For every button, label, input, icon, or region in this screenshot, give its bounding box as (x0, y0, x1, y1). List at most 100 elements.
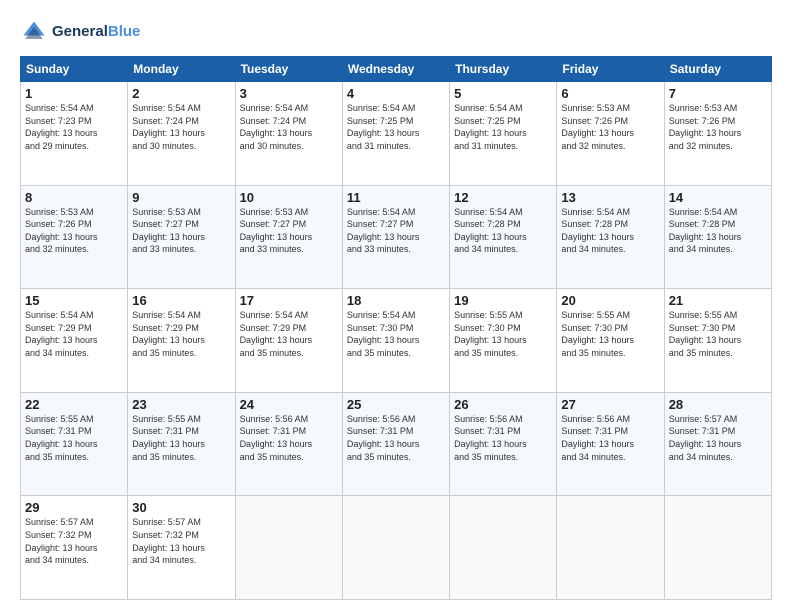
calendar-cell (557, 496, 664, 600)
week-row-5: 29Sunrise: 5:57 AM Sunset: 7:32 PM Dayli… (21, 496, 772, 600)
weekday-sunday: Sunday (21, 57, 128, 82)
day-number: 8 (25, 190, 123, 205)
day-info: Sunrise: 5:54 AM Sunset: 7:27 PM Dayligh… (347, 206, 445, 256)
day-info: Sunrise: 5:55 AM Sunset: 7:30 PM Dayligh… (454, 309, 552, 359)
calendar-cell: 29Sunrise: 5:57 AM Sunset: 7:32 PM Dayli… (21, 496, 128, 600)
day-number: 25 (347, 397, 445, 412)
calendar-cell: 20Sunrise: 5:55 AM Sunset: 7:30 PM Dayli… (557, 289, 664, 393)
day-info: Sunrise: 5:56 AM Sunset: 7:31 PM Dayligh… (561, 413, 659, 463)
day-number: 7 (669, 86, 767, 101)
day-info: Sunrise: 5:54 AM Sunset: 7:28 PM Dayligh… (454, 206, 552, 256)
calendar-cell: 8Sunrise: 5:53 AM Sunset: 7:26 PM Daylig… (21, 185, 128, 289)
day-number: 21 (669, 293, 767, 308)
calendar-cell: 27Sunrise: 5:56 AM Sunset: 7:31 PM Dayli… (557, 392, 664, 496)
calendar-cell: 9Sunrise: 5:53 AM Sunset: 7:27 PM Daylig… (128, 185, 235, 289)
day-number: 27 (561, 397, 659, 412)
calendar-cell: 15Sunrise: 5:54 AM Sunset: 7:29 PM Dayli… (21, 289, 128, 393)
weekday-saturday: Saturday (664, 57, 771, 82)
week-row-4: 22Sunrise: 5:55 AM Sunset: 7:31 PM Dayli… (21, 392, 772, 496)
calendar-cell: 1Sunrise: 5:54 AM Sunset: 7:23 PM Daylig… (21, 82, 128, 186)
day-info: Sunrise: 5:54 AM Sunset: 7:24 PM Dayligh… (132, 102, 230, 152)
day-info: Sunrise: 5:55 AM Sunset: 7:30 PM Dayligh… (669, 309, 767, 359)
calendar-cell: 5Sunrise: 5:54 AM Sunset: 7:25 PM Daylig… (450, 82, 557, 186)
calendar-cell: 17Sunrise: 5:54 AM Sunset: 7:29 PM Dayli… (235, 289, 342, 393)
day-info: Sunrise: 5:55 AM Sunset: 7:31 PM Dayligh… (25, 413, 123, 463)
calendar-cell: 23Sunrise: 5:55 AM Sunset: 7:31 PM Dayli… (128, 392, 235, 496)
calendar-cell (450, 496, 557, 600)
day-number: 26 (454, 397, 552, 412)
calendar-cell: 7Sunrise: 5:53 AM Sunset: 7:26 PM Daylig… (664, 82, 771, 186)
day-info: Sunrise: 5:56 AM Sunset: 7:31 PM Dayligh… (240, 413, 338, 463)
weekday-monday: Monday (128, 57, 235, 82)
day-info: Sunrise: 5:57 AM Sunset: 7:32 PM Dayligh… (25, 516, 123, 566)
day-info: Sunrise: 5:54 AM Sunset: 7:29 PM Dayligh… (132, 309, 230, 359)
day-info: Sunrise: 5:55 AM Sunset: 7:30 PM Dayligh… (561, 309, 659, 359)
header: GeneralBlue (20, 18, 772, 46)
day-number: 24 (240, 397, 338, 412)
day-number: 19 (454, 293, 552, 308)
day-number: 1 (25, 86, 123, 101)
day-number: 15 (25, 293, 123, 308)
week-row-3: 15 Sunrise: 5:54 AM Sunset: 7:29 PM Dayli… (21, 289, 772, 393)
day-info: Sunrise: 5:53 AM Sunset: 7:27 PM Dayligh… (132, 206, 230, 256)
logo-icon (20, 18, 48, 46)
day-info: Sunrise: 5:53 AM Sunset: 7:26 PM Dayligh… (25, 206, 123, 256)
day-number: 17 (240, 293, 338, 308)
day-info: Sunrise: 5:56 AM Sunset: 7:31 PM Dayligh… (454, 413, 552, 463)
page: GeneralBlue SundayMondayTuesdayWednesday… (0, 0, 792, 612)
calendar-cell (235, 496, 342, 600)
day-number: 18 (347, 293, 445, 308)
calendar-cell: 18Sunrise: 5:54 AM Sunset: 7:30 PM Dayli… (342, 289, 449, 393)
calendar-cell: 12Sunrise: 5:54 AM Sunset: 7:28 PM Dayli… (450, 185, 557, 289)
day-number: 10 (240, 190, 338, 205)
day-info: Sunrise: 5:54 AM Sunset: 7:28 PM Dayligh… (561, 206, 659, 256)
calendar-cell: 11Sunrise: 5:54 AM Sunset: 7:27 PM Dayli… (342, 185, 449, 289)
calendar-cell: 21Sunrise: 5:55 AM Sunset: 7:30 PM Dayli… (664, 289, 771, 393)
weekday-thursday: Thursday (450, 57, 557, 82)
day-number: 14 (669, 190, 767, 205)
calendar-cell: 28Sunrise: 5:57 AM Sunset: 7:31 PM Dayli… (664, 392, 771, 496)
logo-text: GeneralBlue (52, 24, 140, 41)
day-number: 22 (25, 397, 123, 412)
calendar-cell: 22Sunrise: 5:55 AM Sunset: 7:31 PM Dayli… (21, 392, 128, 496)
calendar-cell: 16Sunrise: 5:54 AM Sunset: 7:29 PM Dayli… (128, 289, 235, 393)
day-info: Sunrise: 5:54 AM Sunset: 7:30 PM Dayligh… (347, 309, 445, 359)
day-info: Sunrise: 5:54 AM Sunset: 7:25 PM Dayligh… (347, 102, 445, 152)
day-info: Sunrise: 5:57 AM Sunset: 7:32 PM Dayligh… (132, 516, 230, 566)
calendar-cell: 24Sunrise: 5:56 AM Sunset: 7:31 PM Dayli… (235, 392, 342, 496)
day-number: 3 (240, 86, 338, 101)
day-info: Sunrise: 5:54 AM Sunset: 7:23 PM Dayligh… (25, 102, 123, 152)
day-number: 23 (132, 397, 230, 412)
calendar-cell: 3Sunrise: 5:54 AM Sunset: 7:24 PM Daylig… (235, 82, 342, 186)
calendar-cell: 13Sunrise: 5:54 AM Sunset: 7:28 PM Dayli… (557, 185, 664, 289)
weekday-tuesday: Tuesday (235, 57, 342, 82)
day-info: Sunrise: 5:54 AM Sunset: 7:25 PM Dayligh… (454, 102, 552, 152)
weekday-header-row: SundayMondayTuesdayWednesdayThursdayFrid… (21, 57, 772, 82)
calendar-cell (342, 496, 449, 600)
day-info: Sunrise: 5:53 AM Sunset: 7:27 PM Dayligh… (240, 206, 338, 256)
day-info: Sunrise: 5:53 AM Sunset: 7:26 PM Dayligh… (669, 102, 767, 152)
day-number: 5 (454, 86, 552, 101)
calendar-cell: 10Sunrise: 5:53 AM Sunset: 7:27 PM Dayli… (235, 185, 342, 289)
calendar-cell: 14Sunrise: 5:54 AM Sunset: 7:28 PM Dayli… (664, 185, 771, 289)
day-info: Sunrise: 5:54 AM Sunset: 7:28 PM Dayligh… (669, 206, 767, 256)
day-number: 11 (347, 190, 445, 205)
week-row-1: 1Sunrise: 5:54 AM Sunset: 7:23 PM Daylig… (21, 82, 772, 186)
day-info: Sunrise: 5:53 AM Sunset: 7:26 PM Dayligh… (561, 102, 659, 152)
calendar-cell: 25Sunrise: 5:56 AM Sunset: 7:31 PM Dayli… (342, 392, 449, 496)
week-row-2: 8Sunrise: 5:53 AM Sunset: 7:26 PM Daylig… (21, 185, 772, 289)
calendar-cell: 19Sunrise: 5:55 AM Sunset: 7:30 PM Dayli… (450, 289, 557, 393)
day-number: 2 (132, 86, 230, 101)
calendar-cell: 30Sunrise: 5:57 AM Sunset: 7:32 PM Dayli… (128, 496, 235, 600)
day-number: 28 (669, 397, 767, 412)
day-info: Sunrise: 5:54 AM Sunset: 7:29 PM Dayligh… (240, 309, 338, 359)
calendar-cell: 2Sunrise: 5:54 AM Sunset: 7:24 PM Daylig… (128, 82, 235, 186)
day-number: 9 (132, 190, 230, 205)
calendar-cell (664, 496, 771, 600)
calendar-table: SundayMondayTuesdayWednesdayThursdayFrid… (20, 56, 772, 600)
day-number: 16 (132, 293, 230, 308)
day-number: 29 (25, 500, 123, 515)
weekday-wednesday: Wednesday (342, 57, 449, 82)
day-number: 4 (347, 86, 445, 101)
day-info: Sunrise: 5:55 AM Sunset: 7:31 PM Dayligh… (132, 413, 230, 463)
